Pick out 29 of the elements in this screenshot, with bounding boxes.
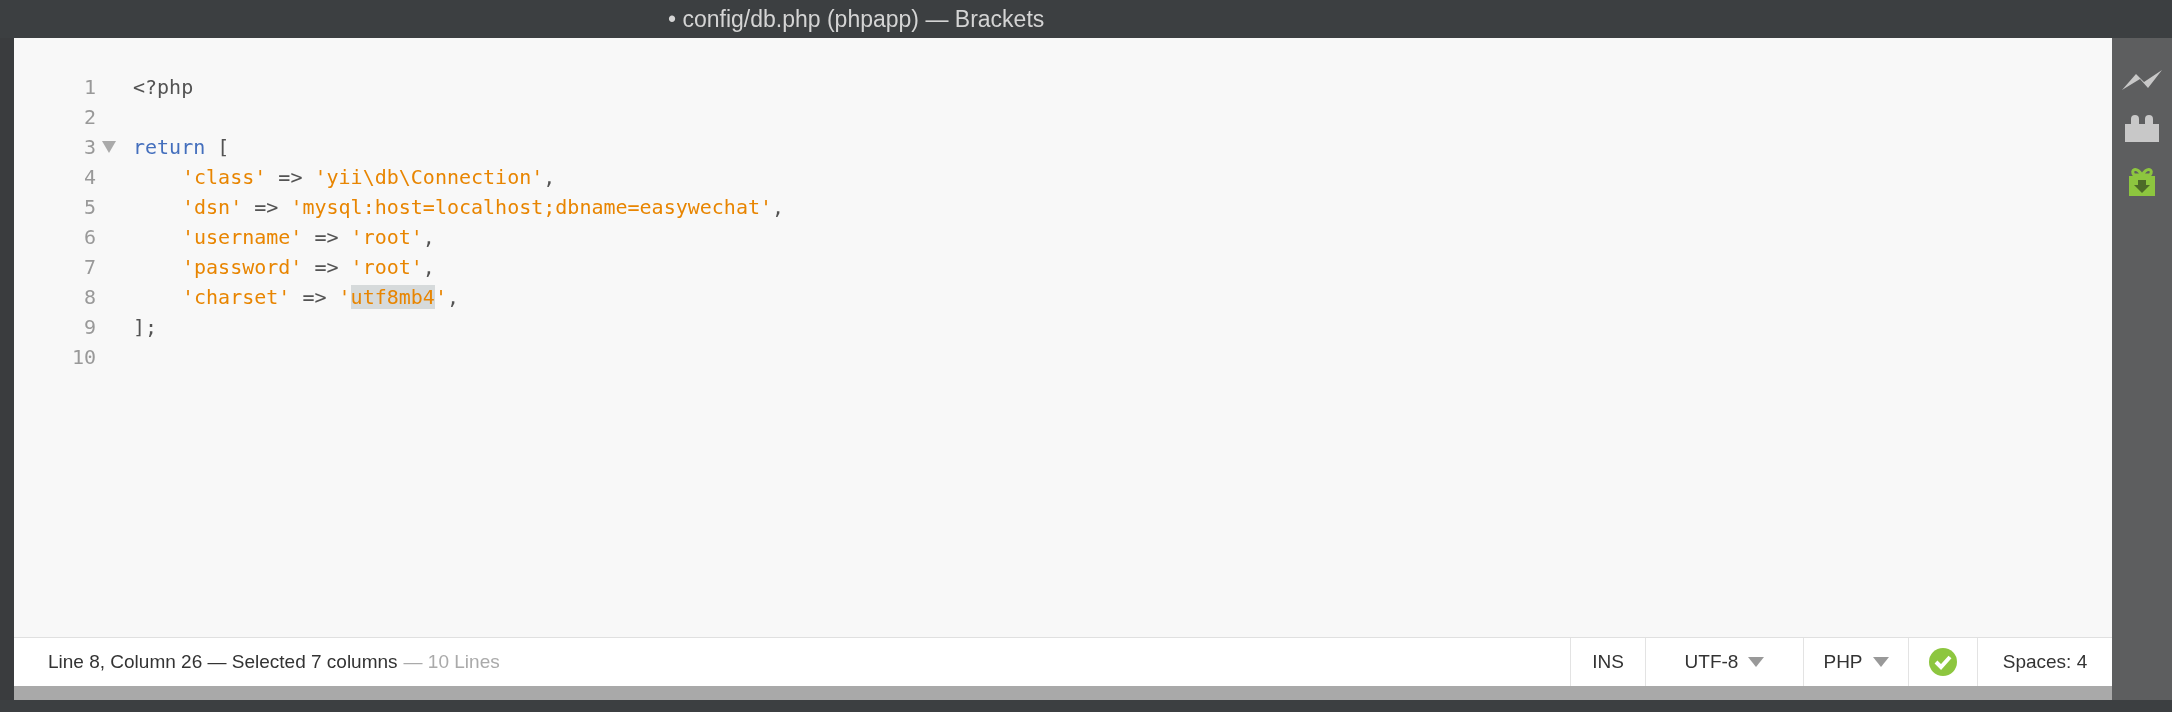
code-line: 'charset' => 'utf8mb4', — [182, 285, 459, 309]
fold-icon[interactable] — [102, 141, 116, 153]
line-number: 5 — [82, 195, 96, 219]
caret-icon — [1748, 657, 1765, 667]
code-line: 'username' => 'root', — [182, 225, 435, 249]
window-title: • config/db.php (phpapp) — Brackets — [668, 5, 1045, 33]
lightning-icon[interactable] — [2120, 68, 2164, 92]
line-number: 4 — [82, 165, 96, 189]
code-line: 'password' => 'root', — [182, 255, 435, 279]
line-number: 6 — [82, 225, 96, 249]
line-number: 2 — [82, 105, 96, 129]
gift-icon[interactable] — [2126, 166, 2158, 198]
code-line: <?php — [133, 75, 194, 99]
line-number: 1 — [82, 75, 96, 99]
code-line: ]; — [133, 315, 158, 339]
line-number: 10 — [70, 345, 96, 369]
line-number: 3 — [82, 135, 96, 159]
line-count: — 10 Lines — [403, 651, 500, 673]
line-number: 9 — [82, 315, 96, 339]
check-icon[interactable] — [1929, 648, 1957, 676]
line-number: 7 — [82, 255, 96, 279]
line-number: 8 — [82, 285, 96, 309]
cursor-position: Line 8, Column 26 — Selected 7 columns — [48, 651, 398, 673]
caret-icon — [1872, 657, 1889, 667]
code-line: 'dsn' => 'mysql:host=localhost;dbname=easywechat', — [182, 195, 785, 219]
code-line: return [ — [133, 135, 230, 159]
brick-icon[interactable] — [2123, 114, 2161, 144]
code-editor[interactable]: 1 <?php 2 3 return [ 4 'class' => 'yii\db\Connection', 5 'dsn' => 'mysql:host=localhost;dbname=easywechat', 6 'username' => 'root', 7 'password' => 'root', 8 'charset' => 'utf8mb4', 9 ]; 10 — [14, 38, 2112, 637]
code-line: 'class' => 'yii\db\Connection', — [182, 165, 556, 189]
